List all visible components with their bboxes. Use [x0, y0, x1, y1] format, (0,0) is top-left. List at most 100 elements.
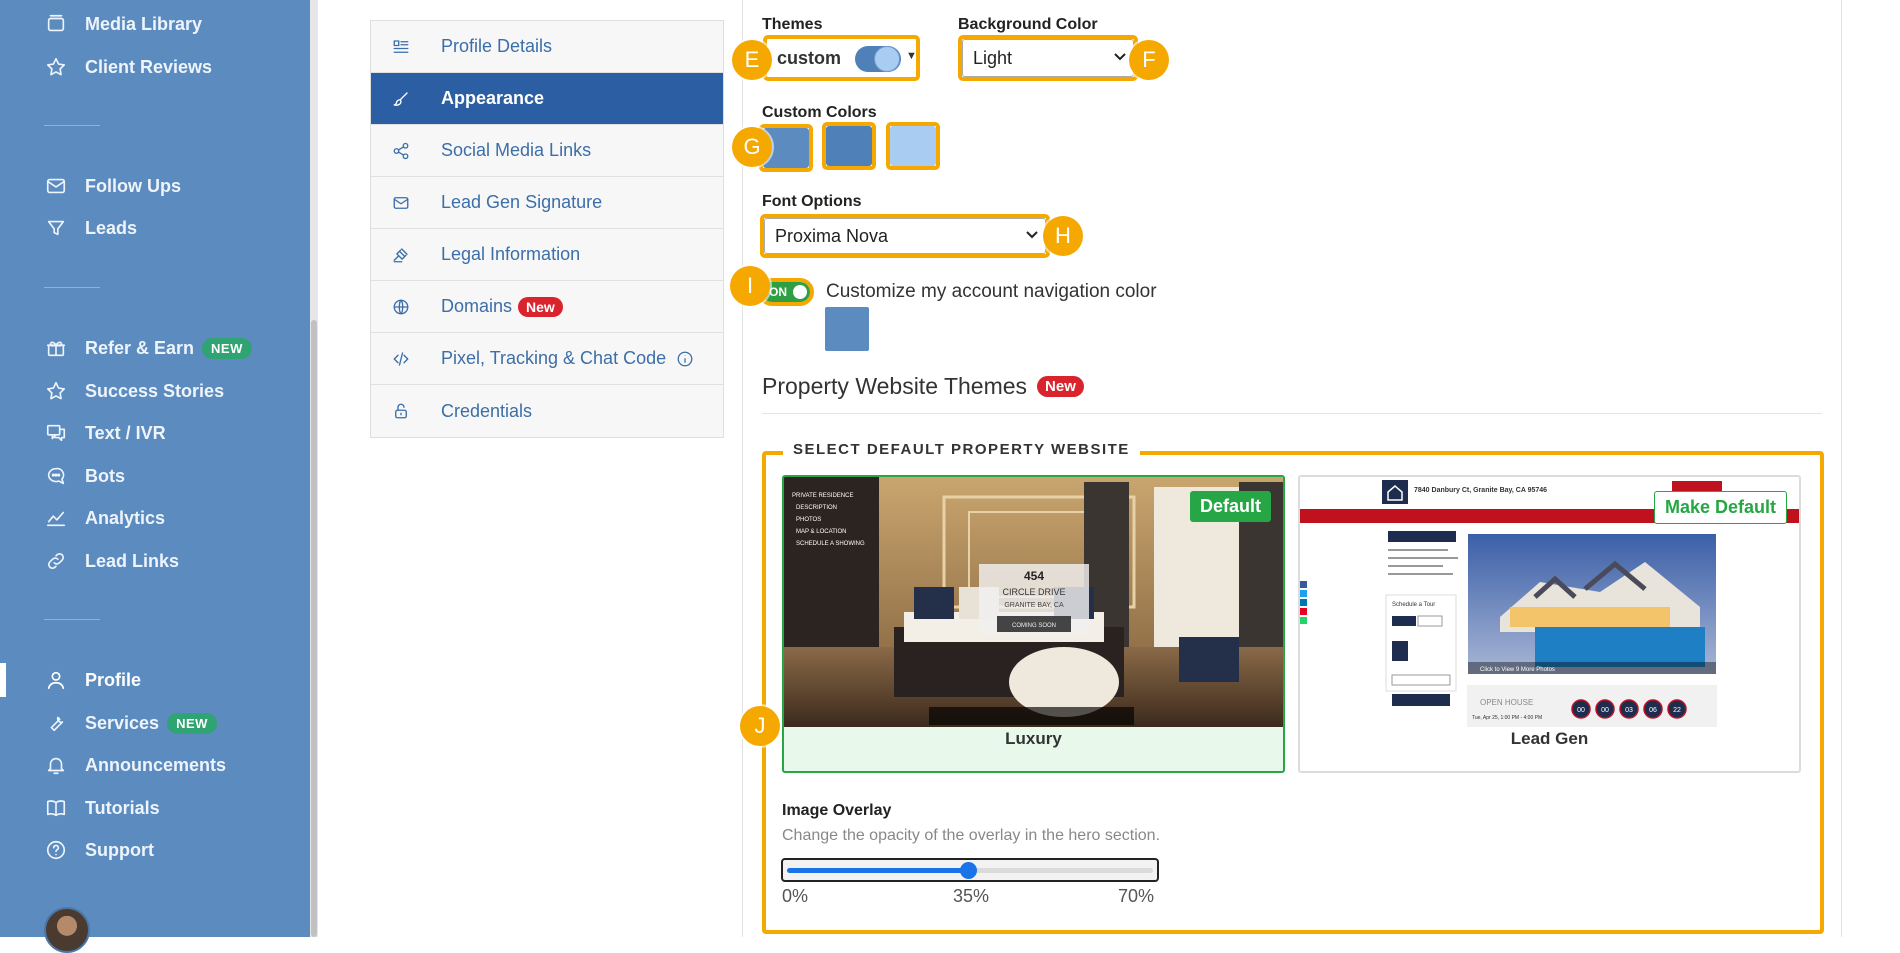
folder-icon [44, 12, 68, 36]
background-color-select[interactable]: Light [962, 39, 1134, 77]
slider-max-label: 70% [1118, 886, 1155, 906]
sidebar-item-label: Services [85, 712, 160, 733]
menu-item-label: Appearance [441, 88, 545, 108]
marker-g: G [732, 127, 772, 167]
sidebar-item-leads[interactable]: Leads [44, 213, 137, 243]
background-color-value: Light [973, 47, 1013, 68]
sidebar-item-profile[interactable]: Profile [44, 665, 141, 695]
theme-card-name: Lead Gen [1510, 729, 1589, 748]
chevron-down-icon [1026, 231, 1038, 239]
menu-item-profile-details[interactable]: Profile Details [371, 21, 723, 73]
sidebar-item-refer-earn[interactable]: Refer & Earn NEW [44, 333, 252, 363]
new-badge: New [518, 296, 563, 317]
custom-colors-label: Custom Colors [762, 104, 877, 121]
scrollbar-thumb[interactable] [311, 320, 317, 937]
menu-item-appearance[interactable]: Appearance [371, 73, 723, 125]
marker-e: E [732, 40, 772, 80]
sidebar-item-success-stories[interactable]: Success Stories [44, 376, 224, 406]
sidebar-item-media-library[interactable]: Media Library [44, 9, 202, 39]
info-icon[interactable] [676, 350, 694, 368]
slider-thumb[interactable] [960, 862, 977, 879]
toggle-on-label: ON [769, 285, 787, 299]
nav-color-label: Customize my account navigation color [826, 281, 1157, 302]
image-overlay-title: Image Overlay [782, 802, 892, 819]
marker-i: I [730, 266, 770, 306]
lead-gen-open-house: OPEN HOUSE [1480, 698, 1533, 707]
countdown-digit: 00 [1601, 707, 1609, 714]
sidebar-item-announcements[interactable]: Announcements [44, 750, 226, 780]
image-overlay-description: Change the opacity of the overlay in the… [782, 827, 1161, 844]
sidebar-item-analytics[interactable]: Analytics [44, 503, 165, 533]
sidebar-item-label: Profile [85, 669, 142, 690]
sidebar-divider [44, 125, 100, 126]
bell-icon [44, 753, 68, 777]
sidebar-item-label: Follow Ups [85, 175, 181, 196]
share-icon [391, 141, 411, 161]
sidebar-item-services[interactable]: Services NEW [44, 708, 217, 738]
default-tag: Default [1189, 491, 1271, 522]
sidebar-item-support[interactable]: Support [44, 835, 154, 865]
marker-h: H [1043, 216, 1083, 256]
new-badge: NEW [202, 337, 252, 359]
svg-text:DESCRIPTION: DESCRIPTION [796, 505, 837, 511]
slider-fill [787, 868, 968, 873]
custom-color-swatch-3[interactable] [890, 126, 936, 166]
sidebar-item-text-ivr[interactable]: Text / IVR [44, 418, 166, 448]
sidebar-item-label: Text / IVR [85, 422, 166, 443]
sidebar-divider [44, 287, 100, 288]
overlay-opacity-slider[interactable] [781, 858, 1159, 882]
help-icon [44, 838, 68, 862]
menu-item-lead-gen-signature[interactable]: Lead Gen Signature [371, 177, 723, 229]
sidebar-item-label: Success Stories [85, 380, 225, 401]
sidebar-item-label: Bots [85, 465, 125, 486]
brush-icon [391, 89, 411, 109]
marker-f: F [1129, 40, 1169, 80]
lead-gen-photo-caption: Click to View 9 More Photos [1480, 667, 1555, 673]
sidebar-item-client-reviews[interactable]: Client Reviews [44, 52, 212, 82]
sidebar-item-label: Tutorials [85, 797, 160, 818]
avatar[interactable] [44, 907, 90, 953]
list-icon [391, 37, 411, 57]
luxury-address-street: CIRCLE DRIVE [1002, 587, 1065, 597]
theme-card-lead-gen[interactable]: 7840 Danbury Ct, Granite Bay, CA 95746 C… [1298, 475, 1801, 773]
gavel-icon [391, 245, 411, 265]
font-options-label: Font Options [762, 193, 862, 210]
code-icon [391, 349, 411, 369]
menu-item-pixel-tracking[interactable]: Pixel, Tracking & Chat Code [371, 333, 723, 385]
star-icon [44, 55, 68, 79]
menu-item-credentials[interactable]: Credentials [371, 385, 723, 437]
theme-card-name: Luxury [1005, 729, 1062, 748]
property-themes-title-text: Property Website Themes [762, 373, 1028, 399]
slider-mid-label: 35% [953, 886, 990, 906]
mail-icon [44, 174, 68, 198]
toggle-knob [793, 285, 807, 299]
make-default-button[interactable]: Make Default [1653, 491, 1787, 524]
sidebar-item-bots[interactable]: Bots [44, 461, 125, 491]
link-icon [44, 549, 68, 573]
sidebar-item-lead-links[interactable]: Lead Links [44, 546, 179, 576]
default-website-legend: SELECT DEFAULT PROPERTY WEBSITE [783, 441, 1140, 458]
svg-text:PHOTOS: PHOTOS [796, 517, 821, 523]
menu-item-label: Lead Gen Signature [441, 192, 603, 212]
sidebar-item-label: Client Reviews [85, 56, 213, 77]
luxury-address-number: 454 [1024, 569, 1044, 583]
sidebar-item-label: Announcements [85, 754, 227, 775]
menu-item-label: Profile Details [441, 36, 553, 56]
menu-item-domains[interactable]: Domains New [371, 281, 723, 333]
chat-icon [44, 421, 68, 445]
font-select[interactable]: Proxima Nova [764, 218, 1046, 254]
theme-card-luxury[interactable]: PRIVATE RESIDENCE DESCRIPTION PHOTOS MAP… [782, 475, 1285, 773]
lead-gen-schedule-title: Schedule a Tour [1392, 602, 1435, 608]
sidebar-item-tutorials[interactable]: Tutorials [44, 793, 160, 823]
custom-color-swatch-2[interactable] [826, 126, 872, 166]
menu-item-social-media-links[interactable]: Social Media Links [371, 125, 723, 177]
menu-item-label: Domains [441, 296, 513, 316]
menu-item-legal-information[interactable]: Legal Information [371, 229, 723, 281]
countdown-digit: 22 [1673, 707, 1681, 714]
sidebar-item-follow-ups[interactable]: Follow Ups [44, 171, 181, 201]
active-indicator [0, 663, 6, 697]
svg-text:MAP & LOCATION: MAP & LOCATION [796, 529, 846, 535]
nav-color-swatch[interactable] [825, 307, 869, 351]
sidebar-scrollbar[interactable] [310, 0, 318, 937]
sidebar-divider [44, 619, 100, 620]
